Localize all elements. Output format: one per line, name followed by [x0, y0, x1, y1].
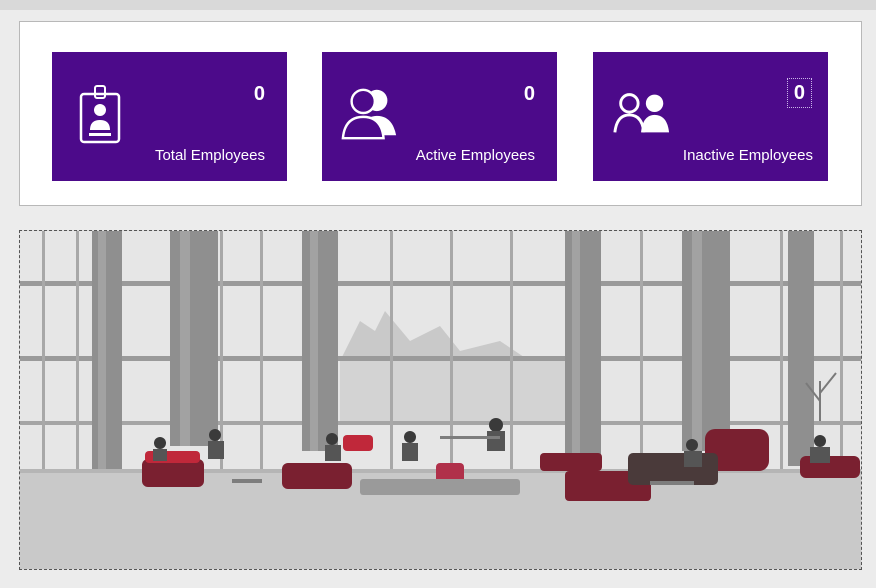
user-group-icon — [611, 78, 671, 148]
total-employees-label: Total Employees — [154, 147, 265, 164]
lobby-photo — [19, 230, 862, 570]
active-employees-label: Active Employees — [415, 147, 535, 164]
active-employees-count: 0 — [523, 83, 535, 105]
inactive-employees-card[interactable]: 0 Inactive Employees — [593, 52, 828, 181]
inactive-employees-label: Inactive Employees — [682, 147, 813, 164]
users-icon — [340, 78, 400, 148]
total-employees-count: 0 — [253, 83, 265, 105]
window-top-strip — [0, 0, 876, 10]
id-badge-icon — [70, 78, 130, 148]
stats-panel: 0 Total Employees 0 Active Employees 0 I… — [19, 21, 862, 206]
inactive-employees-count: 0 — [786, 78, 812, 108]
active-employees-card[interactable]: 0 Active Employees — [322, 52, 557, 181]
total-employees-card[interactable]: 0 Total Employees — [52, 52, 287, 181]
